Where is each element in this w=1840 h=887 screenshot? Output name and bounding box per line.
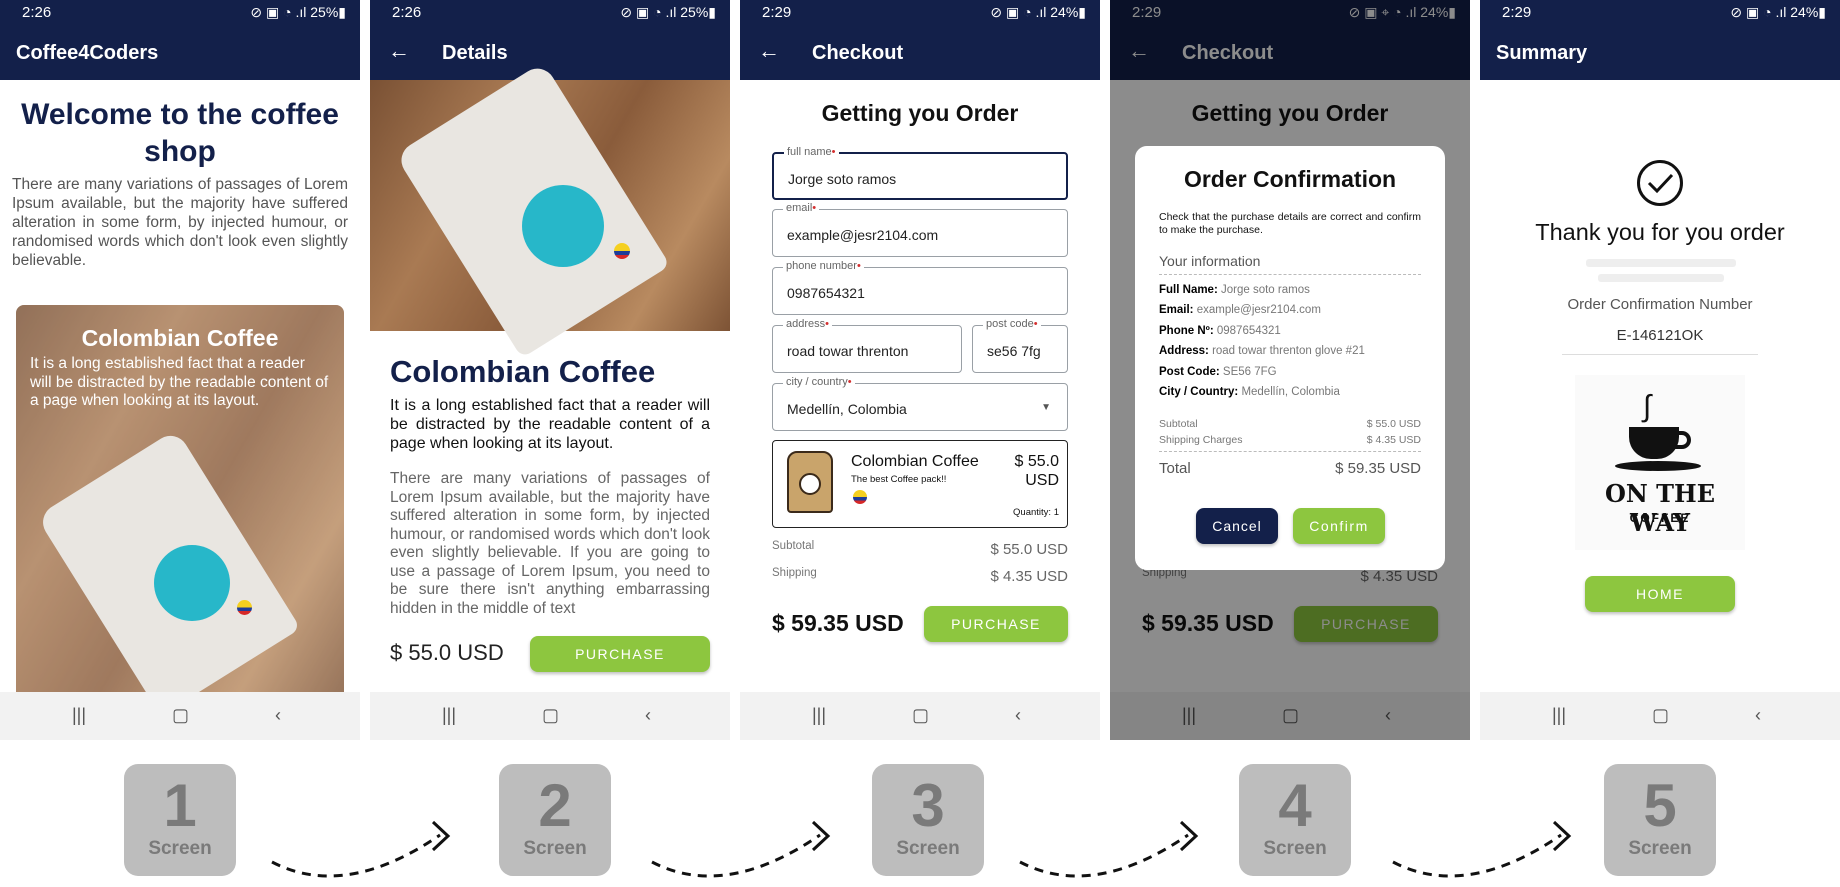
flow-arrow-4 xyxy=(1392,833,1562,878)
flow-arrows xyxy=(271,820,1572,878)
flow-arrow-1 xyxy=(271,833,441,878)
flow-arrow-3 xyxy=(1019,833,1189,878)
flow-arrow-2 xyxy=(651,833,821,878)
